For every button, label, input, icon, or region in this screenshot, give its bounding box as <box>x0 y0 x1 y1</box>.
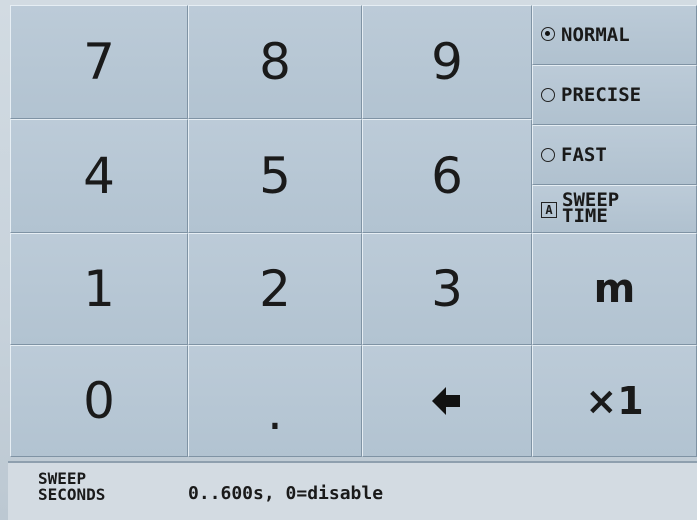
mode-normal-label: NORMAL <box>561 24 630 46</box>
sweep-time-option[interactable]: A SWEEP TIME <box>532 185 697 233</box>
key-decimal[interactable]: . <box>188 345 362 457</box>
key-decimal-label: . <box>267 383 283 441</box>
key-3-label: 3 <box>431 260 463 318</box>
key-3[interactable]: 3 <box>362 233 532 345</box>
mode-precise-option[interactable]: PRECISE <box>532 65 697 125</box>
radio-unselected-icon <box>541 88 555 102</box>
sweep-time-label: SWEEP TIME <box>562 192 619 226</box>
key-1-label: 1 <box>83 260 115 318</box>
unit-x1-label: ×1 <box>585 379 644 423</box>
key-1[interactable]: 1 <box>10 233 188 345</box>
left-arrow-icon <box>432 387 460 415</box>
key-4-label: 4 <box>83 147 115 205</box>
mode-normal-option[interactable]: NORMAL <box>532 5 697 65</box>
status-label-line2: SECONDS <box>38 485 106 504</box>
unit-m-button[interactable]: m <box>532 233 697 345</box>
radio-unselected-icon <box>541 148 555 162</box>
sweep-time-line2: TIME <box>562 205 608 226</box>
keypad-screen: 7 8 9 4 5 6 1 2 3 0 . NORMAL PRECISE FAS… <box>0 0 697 520</box>
key-9-label: 9 <box>431 33 463 91</box>
key-4[interactable]: 4 <box>10 119 188 233</box>
status-bar: SWEEP SECONDS 0..600s, 0=disable <box>8 461 697 520</box>
mode-fast-label: FAST <box>561 144 607 166</box>
key-7-label: 7 <box>83 33 115 91</box>
key-5-label: 5 <box>259 147 291 205</box>
key-2-label: 2 <box>259 260 291 318</box>
key-7[interactable]: 7 <box>10 5 188 119</box>
status-label: SWEEP SECONDS <box>38 471 105 503</box>
mode-fast-option[interactable]: FAST <box>532 125 697 185</box>
status-hint: 0..600s, 0=disable <box>188 483 384 504</box>
auto-checkbox: A <box>541 202 557 218</box>
unit-x1-button[interactable]: ×1 <box>532 345 697 457</box>
key-6-label: 6 <box>431 147 463 205</box>
unit-m-label: m <box>593 266 636 312</box>
key-backspace[interactable] <box>362 345 532 457</box>
key-5[interactable]: 5 <box>188 119 362 233</box>
radio-selected-icon <box>541 27 555 41</box>
key-6[interactable]: 6 <box>362 119 532 233</box>
key-2[interactable]: 2 <box>188 233 362 345</box>
key-0-label: 0 <box>83 372 115 430</box>
key-9[interactable]: 9 <box>362 5 532 119</box>
key-8[interactable]: 8 <box>188 5 362 119</box>
key-0[interactable]: 0 <box>10 345 188 457</box>
mode-precise-label: PRECISE <box>561 84 642 106</box>
key-8-label: 8 <box>259 33 291 91</box>
